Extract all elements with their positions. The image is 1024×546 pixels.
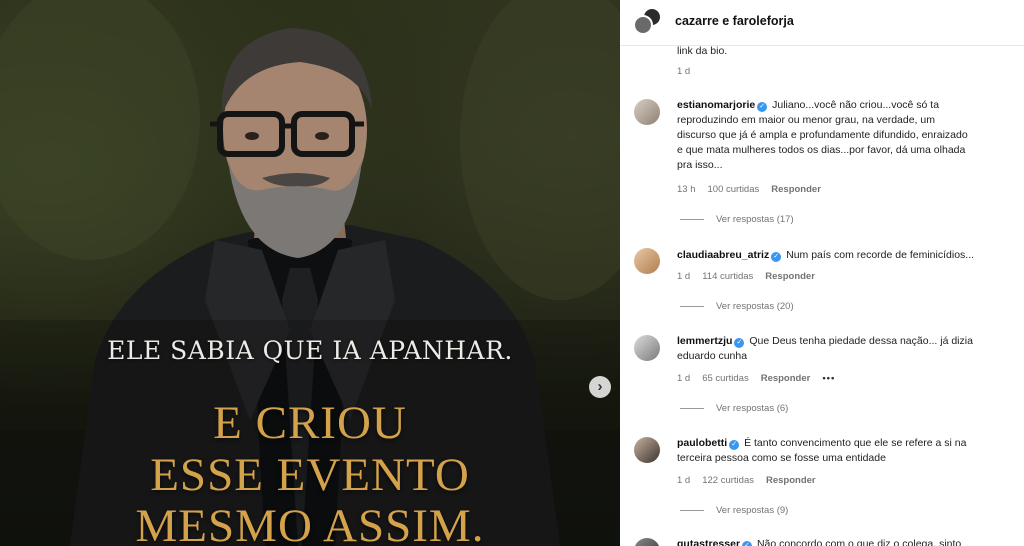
verified-badge-icon: ✓	[757, 102, 768, 112]
comment-line: eduardo cunha	[677, 350, 748, 362]
comment-likes[interactable]: 65 curtidas	[702, 373, 748, 384]
comment-likes[interactable]: 100 curtidas	[708, 184, 760, 195]
collab-avatars[interactable]	[633, 7, 663, 35]
comment-username[interactable]: paulobetti	[677, 437, 727, 449]
verified-badge-icon: ✓	[729, 440, 740, 450]
view-replies-label: Ver respostas (6)	[716, 403, 789, 414]
comment-line: É tanto convencimento que ele se refere …	[744, 437, 967, 449]
reply-button[interactable]: Responder	[766, 475, 816, 486]
more-options-icon[interactable]: •••	[822, 373, 835, 384]
replies-divider	[680, 218, 704, 220]
verified-badge-icon: ✓	[734, 338, 745, 348]
verified-badge-icon: ✓	[771, 252, 782, 262]
reply-button[interactable]: Responder	[761, 373, 811, 384]
comment-meta: 1 d 114 curtidas Responder	[677, 271, 827, 282]
avatar[interactable]	[634, 248, 660, 274]
chevron-right-icon: ›	[597, 378, 603, 395]
comment-likes[interactable]: 114 curtidas	[702, 271, 753, 282]
reply-button[interactable]: Responder	[771, 184, 821, 195]
post-author-names[interactable]: cazarre e faroleforja	[675, 14, 794, 28]
post-caption-small: ELE SABIA QUE IA APANHAR.	[107, 336, 513, 365]
comment-body: estianomarjorie ✓ Juliano...você não crio…	[677, 98, 1017, 173]
view-replies-button[interactable]: Ver respostas (6)	[680, 403, 788, 414]
replies-divider	[680, 407, 704, 409]
view-replies-label: Ver respostas (20)	[716, 301, 794, 312]
comment-username[interactable]: claudiaabreu_atriz	[677, 249, 769, 261]
post-caption-line-1: E CRIOU	[213, 397, 407, 449]
comment-line: Num país com recorde de feminicídios...	[786, 249, 975, 261]
comment-time: 13 h	[677, 184, 696, 195]
comment-line: Que Deus tenha piedade dessa nação... já…	[749, 335, 973, 347]
view-replies-label: Ver respostas (9)	[716, 505, 789, 516]
avatar[interactable]	[634, 437, 660, 463]
comment-body: gutastresser ✓ Não concordo com o que diz…	[677, 537, 1017, 546]
verified-badge-icon: ✓	[742, 541, 753, 546]
replies-divider	[680, 305, 704, 307]
prev-comment-text: link da bio.	[677, 45, 728, 57]
comments-panel: link da bio. 1 d estianomarjorie ✓ Julian…	[620, 0, 1024, 546]
comment-username[interactable]: gutastresser	[677, 538, 740, 546]
comment-meta: 13 h 100 curtidas Responder	[677, 184, 833, 195]
comment-time: 1 d	[677, 271, 691, 282]
next-slide-button[interactable]: ›	[589, 376, 611, 398]
comment-line: terceira pessoa como se fosse uma entida…	[677, 452, 886, 464]
view-replies-button[interactable]: Ver respostas (20)	[680, 301, 794, 312]
comment-line: Não concordo com o que diz o colega, sin…	[756, 538, 962, 546]
comment-meta: 1 d 122 curtidas Responder	[677, 475, 828, 486]
comment-time: 1 d	[677, 373, 691, 384]
comment-likes[interactable]: 122 curtidas	[702, 475, 754, 486]
avatar	[633, 15, 653, 35]
post-image: ELE SABIA QUE IA APANHAR. E CRIOU ESSE E…	[0, 0, 620, 546]
post-caption-line-2: ESSE EVENTO	[150, 449, 470, 501]
view-replies-label: Ver respostas (17)	[716, 214, 794, 225]
comment-meta: 1 d 65 curtidas Responder •••	[677, 373, 847, 384]
comment-line: Juliano...você não criou...você só ta	[772, 99, 940, 111]
comment-time: 1 d	[677, 475, 691, 486]
post-caption-line-3: MESMO ASSIM.	[135, 500, 485, 546]
replies-divider	[680, 509, 704, 511]
avatar[interactable]	[634, 538, 660, 546]
view-replies-button[interactable]: Ver respostas (17)	[680, 214, 794, 225]
comment-line: e que mata mulheres todos os dias...por …	[677, 144, 966, 156]
comment-username[interactable]: lemmertzju	[677, 335, 732, 347]
comment-line: reproduzindo em maior ou menor grau, na …	[677, 114, 935, 126]
avatar[interactable]	[634, 99, 660, 125]
comment-body: paulobetti ✓ É tanto convencimento que el…	[677, 436, 1017, 466]
reply-button[interactable]: Responder	[765, 271, 815, 282]
post-header: cazarre e faroleforja	[620, 0, 1024, 46]
comment-body: lemmertzju ✓ Que Deus tenha piedade dessa…	[677, 334, 1017, 364]
comment-line: pra isso...	[677, 159, 723, 171]
view-replies-button[interactable]: Ver respostas (9)	[680, 505, 788, 516]
avatar[interactable]	[634, 335, 660, 361]
comment-body: claudiaabreu_atriz ✓ Num país com recorde…	[677, 248, 1017, 263]
prev-comment-time: 1 d	[677, 66, 691, 77]
comment-line: discurso que já é ampla e profundamente …	[677, 129, 968, 141]
comment-username[interactable]: estianomarjorie	[677, 99, 755, 111]
